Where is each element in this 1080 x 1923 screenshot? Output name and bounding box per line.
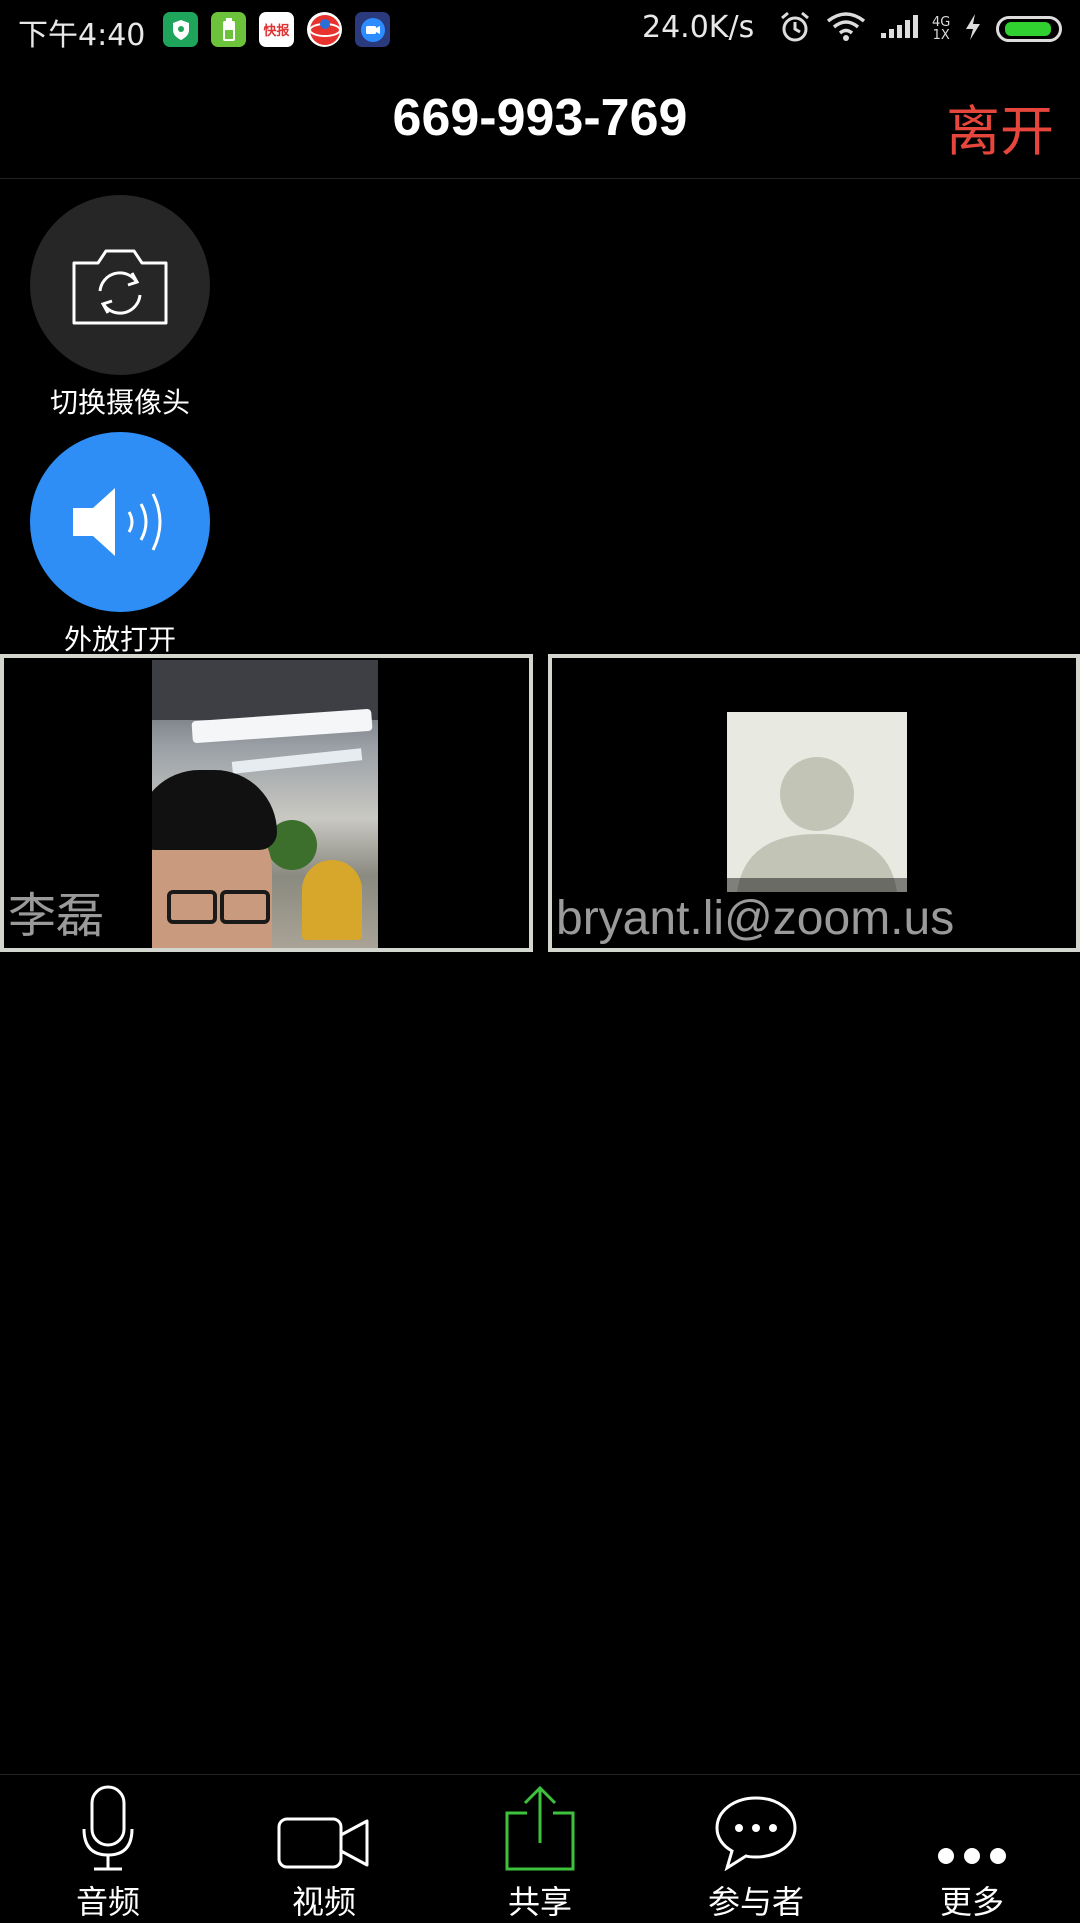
video-camera-icon — [277, 1817, 369, 1869]
participants-label: 参与者 — [707, 1883, 804, 1921]
more-label: 更多 — [939, 1883, 1004, 1921]
meeting-header: 669-993-769 离开 — [0, 60, 1080, 179]
speaker-icon — [73, 488, 162, 556]
participants-button[interactable]: 参与者 — [648, 1775, 864, 1921]
wifi-icon — [826, 12, 866, 46]
participant-name: 李磊 — [8, 890, 105, 943]
switch-camera-label: 切换摄像头 — [49, 386, 190, 419]
participant-tile[interactable]: 李磊 — [0, 654, 533, 952]
default-avatar-icon — [737, 757, 897, 892]
share-label: 共享 — [507, 1883, 572, 1921]
leave-button[interactable]: 离开 — [946, 87, 1054, 166]
meeting-toolbar: 音频 视频 共享 参与者 更多 — [0, 1774, 1080, 1921]
network-type: 4G 1X — [932, 16, 950, 42]
system-icons: 4G 1X — [778, 10, 1063, 48]
network-speed: 24.0K/s — [642, 10, 755, 45]
video-label: 视频 — [291, 1883, 356, 1921]
charging-icon — [964, 13, 982, 45]
more-button[interactable]: 更多 — [864, 1775, 1080, 1921]
audio-label: 音频 — [75, 1883, 140, 1921]
switch-camera-control[interactable]: 切换摄像头 — [0, 195, 240, 421]
status-time: 下午4:40 — [18, 18, 146, 53]
battery-icon — [996, 16, 1063, 42]
camera-switch-icon — [72, 249, 168, 325]
news-app-text: 快报 — [263, 24, 290, 39]
switch-camera-button[interactable] — [30, 195, 210, 375]
network-type-bottom: 1X — [932, 28, 950, 43]
zoom-app-icon — [355, 12, 390, 47]
microphone-icon — [82, 1785, 134, 1871]
share-button[interactable]: 共享 — [432, 1775, 648, 1921]
battery-app-icon — [211, 12, 246, 47]
globe-app-icon — [307, 12, 342, 47]
status-bar: 下午4:40 快报 24.0K/s 4G 1X — [0, 0, 1080, 60]
more-icon — [938, 1848, 1006, 1864]
chat-bubble-icon — [715, 1796, 797, 1871]
speaker-label: 外放打开 — [63, 623, 176, 656]
audio-button[interactable]: 音频 — [0, 1775, 216, 1921]
speaker-button[interactable] — [30, 432, 210, 612]
meeting-id: 669-993-769 — [392, 89, 688, 147]
notification-icons: 快报 — [163, 12, 390, 47]
speaker-control[interactable]: 外放打开 — [0, 432, 240, 658]
battery-level — [1005, 22, 1052, 36]
participant-name: bryant.li@zoom.us — [556, 892, 955, 945]
news-app-icon: 快报 — [259, 12, 294, 47]
participant-video — [152, 660, 378, 948]
participant-tile[interactable]: bryant.li@zoom.us — [548, 654, 1080, 952]
video-button[interactable]: 视频 — [216, 1775, 432, 1921]
avatar — [727, 712, 907, 892]
alarm-icon — [778, 10, 812, 48]
security-app-icon — [163, 12, 198, 47]
share-icon — [505, 1785, 575, 1871]
signal-icon — [880, 15, 918, 43]
